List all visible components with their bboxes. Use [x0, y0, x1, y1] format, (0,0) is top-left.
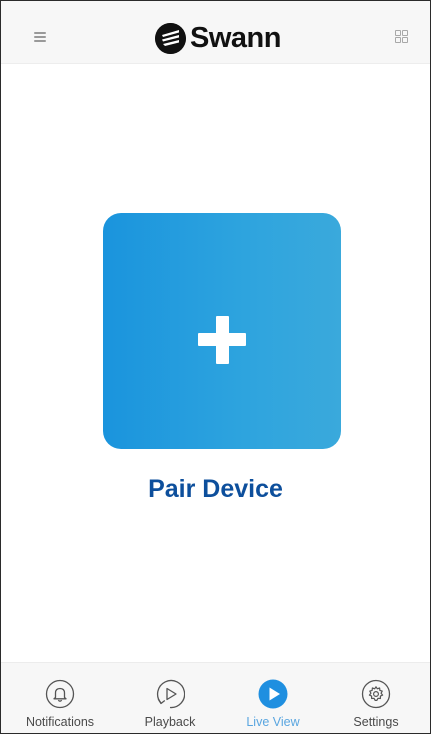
tab-label: Settings [353, 715, 399, 729]
tab-notifications[interactable]: Notifications [15, 663, 105, 733]
tab-live-view[interactable]: Live View [228, 663, 318, 733]
tab-playback[interactable]: Playback [125, 663, 215, 733]
pair-device-label[interactable]: Pair Device [1, 475, 430, 504]
grid-layout-icon[interactable] [395, 30, 409, 44]
tab-label: Live View [246, 715, 300, 729]
bottom-navigation: Notifications Playback Live View Setting… [1, 662, 430, 733]
gear-icon [361, 679, 391, 709]
hamburger-menu-icon[interactable] [34, 32, 48, 44]
swann-logo: Swann [155, 21, 281, 55]
bell-icon [45, 679, 75, 709]
brand-name: Swann [190, 22, 281, 54]
playback-icon [156, 679, 185, 709]
pair-device-button[interactable] [103, 213, 341, 449]
swann-logo-mark [155, 22, 186, 54]
tab-label: Playback [144, 715, 196, 729]
tab-settings[interactable]: Settings [331, 663, 421, 733]
play-icon [258, 679, 288, 709]
app-screen: Swann Pair Device Notifications Playback… [0, 0, 431, 734]
app-header: Swann [1, 1, 430, 64]
tab-label: Notifications [25, 715, 95, 729]
